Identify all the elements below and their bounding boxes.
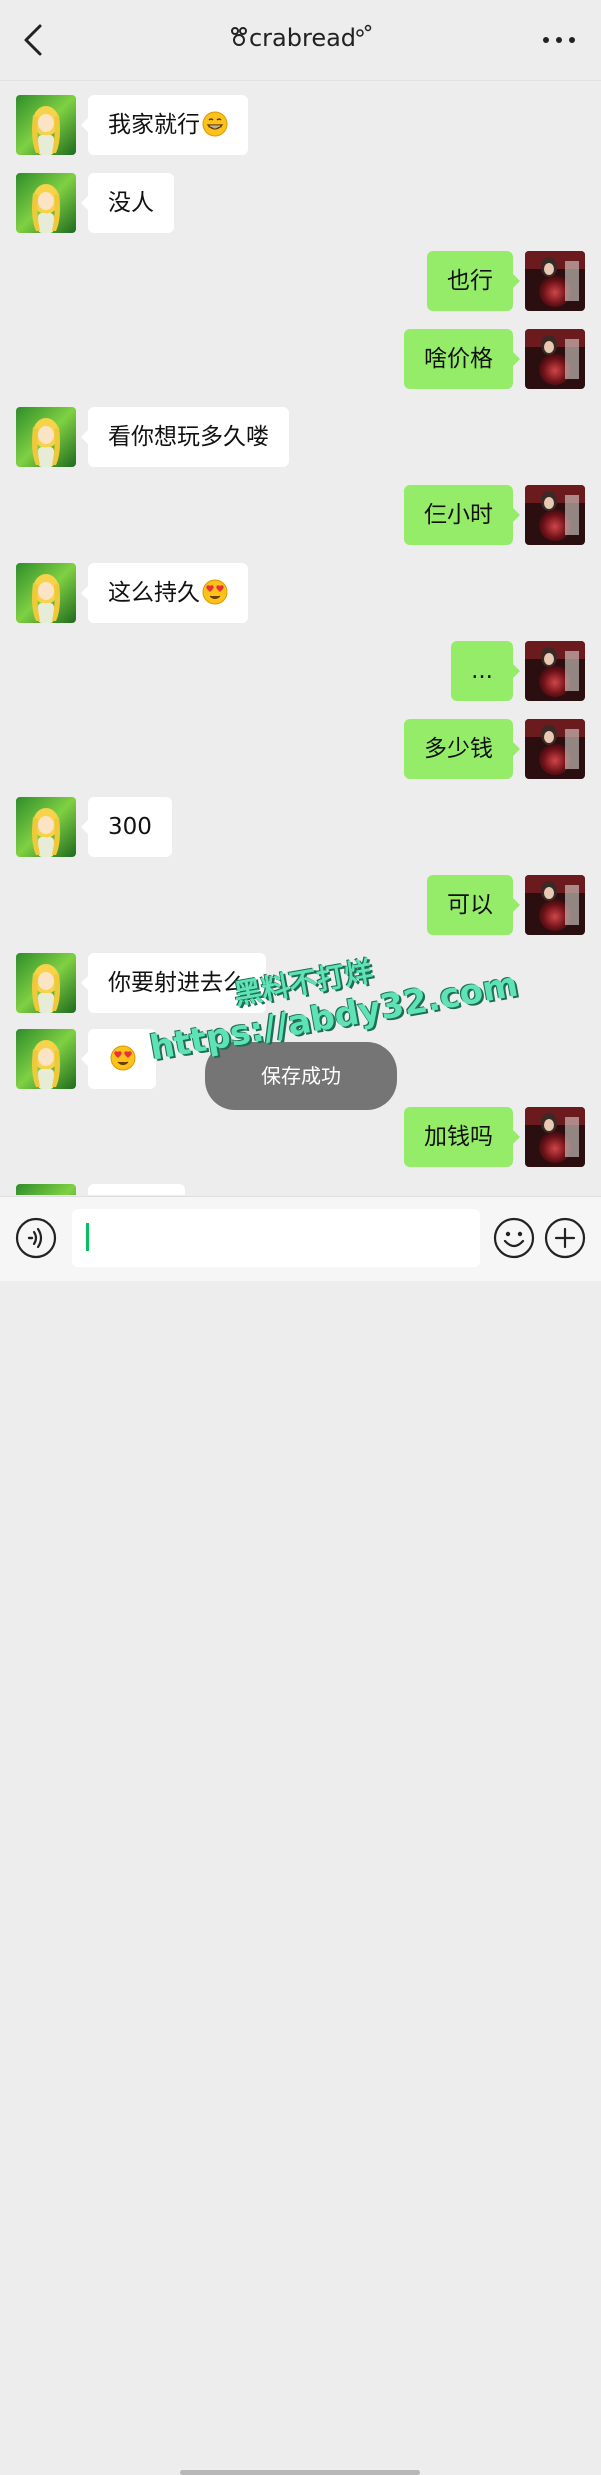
chat-title-text: crabread	[248, 24, 357, 52]
message-bubble[interactable]	[81, 1029, 156, 1089]
emoji-smile-icon	[493, 1217, 535, 1259]
message-input[interactable]	[72, 1209, 480, 1267]
emoji-button[interactable]	[493, 1217, 535, 1259]
chat-title: crabread	[0, 24, 601, 52]
voice-icon	[15, 1217, 57, 1259]
plus-icon	[544, 1217, 586, 1259]
message-bubble[interactable]: 我家就行	[81, 95, 248, 155]
message-bubble[interactable]: 300	[81, 797, 172, 857]
message-bubble[interactable]: 多少钱	[404, 719, 520, 779]
avatar[interactable]	[525, 251, 585, 311]
message-text: ...	[471, 658, 493, 684]
message-text: 300	[108, 814, 152, 840]
chat-header: crabread	[0, 0, 601, 81]
message-bubble[interactable]: 啥价格	[404, 329, 520, 389]
message-text: 多少钱	[424, 736, 493, 762]
avatar[interactable]	[16, 1184, 76, 1195]
heart-eyes-emoji	[202, 579, 228, 605]
message-bubble[interactable]: 看你想玩多久喽	[81, 407, 289, 467]
avatar[interactable]	[16, 407, 76, 467]
message-bubble[interactable]: 也行	[427, 251, 520, 311]
toast-notification: 保存成功	[205, 1042, 397, 1110]
message-text: 啥价格	[424, 346, 493, 372]
message-bubble[interactable]: 加钱吗	[404, 1107, 520, 1167]
message-text: 你要射进去么	[108, 970, 246, 996]
message-bubble[interactable]: 你要射进去么	[81, 953, 266, 1013]
message-bubble[interactable]: 这么持久	[81, 563, 248, 623]
message-text: 仨小时	[424, 502, 493, 528]
toast-text: 保存成功	[261, 1064, 341, 1088]
message-text: 加钱吗	[424, 1124, 493, 1150]
avatar[interactable]	[525, 329, 585, 389]
more-actions-button[interactable]	[544, 1217, 586, 1259]
avatar[interactable]	[16, 1029, 76, 1089]
message-text: 我家就行	[108, 112, 200, 138]
message-bubble[interactable]: 仨小时	[404, 485, 520, 545]
voice-button[interactable]	[15, 1217, 57, 1259]
heart-eyes-emoji	[110, 1045, 136, 1071]
message-text: 可以	[447, 892, 493, 918]
message-list[interactable]: 我家就行 没人 也行 啥价格 看你想玩多久喽 仨小时 这么持久 ... 多少钱 …	[0, 80, 601, 1195]
grinning-face-emoji	[202, 111, 228, 137]
avatar[interactable]	[16, 563, 76, 623]
message-text: 看你想玩多久喽	[108, 424, 269, 450]
avatar[interactable]	[525, 875, 585, 935]
avatar[interactable]	[525, 641, 585, 701]
avatar[interactable]	[525, 485, 585, 545]
message-bubble[interactable]: ...	[451, 641, 520, 701]
input-bar	[0, 1196, 601, 2475]
message-bubble[interactable]: 没人	[81, 173, 174, 233]
avatar[interactable]	[16, 797, 76, 857]
message-text: 这么持久	[108, 580, 200, 606]
home-indicator	[180, 2470, 420, 2475]
bubble-dots-icon	[356, 24, 372, 37]
avatar[interactable]	[16, 95, 76, 155]
avatar[interactable]	[16, 953, 76, 1013]
message-text: 也行	[447, 268, 493, 294]
message-bubble[interactable]: 可以	[427, 875, 520, 935]
message-bubble[interactable]	[88, 1184, 185, 1195]
avatar[interactable]	[525, 1107, 585, 1167]
avatar[interactable]	[16, 173, 76, 233]
more-options-button[interactable]	[541, 32, 577, 48]
text-caret	[86, 1223, 89, 1251]
more-dots-icon	[543, 37, 575, 43]
avatar[interactable]	[525, 719, 585, 779]
crab-icon	[230, 27, 247, 46]
message-text: 没人	[108, 190, 154, 216]
